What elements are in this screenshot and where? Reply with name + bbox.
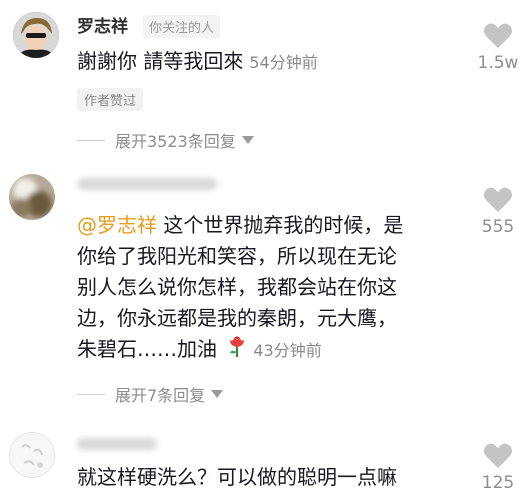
- expand-replies-label: 展开3523条回复: [115, 132, 236, 151]
- like-button[interactable]: 555: [468, 186, 528, 237]
- divider-line: [77, 393, 105, 395]
- avatar[interactable]: [9, 432, 55, 478]
- username-blurred[interactable]: [77, 438, 157, 450]
- comment-line-2: 你给了我阳光和笑容，所以现在无论: [77, 244, 397, 268]
- comment-line-3: 别人怎么说你怎样，我都会站在你这: [77, 275, 397, 299]
- comment-time: 54分钟前: [249, 53, 318, 72]
- expand-replies-button[interactable]: 展开3523条回复: [77, 128, 254, 152]
- expand-replies-button[interactable]: 展开7条回复: [77, 382, 224, 406]
- comment-line-4: 边，你永远都是我的秦朗，元大鹰，: [77, 306, 397, 330]
- comment-time: 43分钟前: [253, 341, 322, 360]
- heart-icon: [483, 187, 513, 212]
- rose-icon: [227, 334, 247, 367]
- like-count: 125: [481, 473, 515, 493]
- chevron-down-icon: [211, 390, 224, 398]
- comment-item-2: @罗志祥 这个世界抛弃我的时候，是 你给了我阳光和笑容，所以现在无论 别人怎么说…: [0, 160, 532, 410]
- heart-icon: [483, 443, 513, 468]
- like-button[interactable]: 1.5w: [468, 22, 528, 73]
- comment-body: 謝謝你 請等我回來: [77, 49, 244, 73]
- avatar[interactable]: [9, 174, 55, 220]
- expand-replies-label: 展开7条回复: [115, 386, 206, 405]
- comment-line-1: 这个世界抛弃我的时候，是: [157, 213, 404, 237]
- heart-icon: [483, 23, 513, 48]
- author-liked-badge: 作者赞过: [77, 88, 144, 111]
- like-count: 555: [481, 217, 515, 237]
- divider-line: [77, 139, 105, 141]
- mention-link[interactable]: @罗志祥: [77, 213, 157, 237]
- username-blurred[interactable]: [77, 178, 217, 190]
- username[interactable]: 罗志祥: [77, 12, 128, 37]
- comment-item-3: 就这样硬洗么？可以做的聪明一点嘛 125: [0, 418, 532, 495]
- comment-line-5: 朱碧石……加油: [77, 337, 217, 361]
- chevron-down-icon: [241, 136, 254, 144]
- comment-item-1: 罗志祥 你关注的人 謝謝你 請等我回來 54分钟前 作者赞过 展开3523条回复 …: [0, 0, 532, 160]
- follow-badge: 你关注的人: [143, 15, 221, 38]
- avatar[interactable]: [13, 12, 59, 58]
- like-count: 1.5w: [477, 53, 519, 73]
- like-button[interactable]: 125: [468, 442, 528, 493]
- comment-text: 謝謝你 請等我回來 54分钟前: [77, 46, 318, 78]
- comment-text: 就这样硬洗么？可以做的聪明一点嘛: [77, 465, 397, 489]
- comment-text: @罗志祥 这个世界抛弃我的时候，是 你给了我阳光和笑容，所以现在无论 别人怎么说…: [77, 210, 457, 367]
